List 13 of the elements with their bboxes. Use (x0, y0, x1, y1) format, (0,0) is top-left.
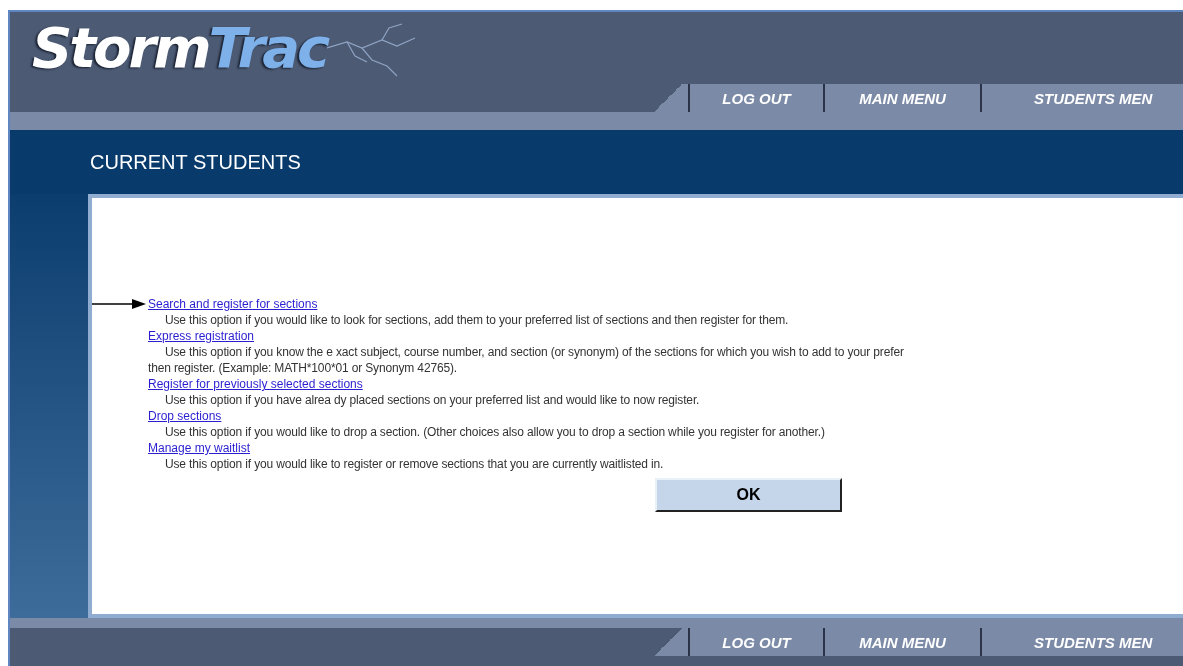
option-description: Use this option if you would like to look for sections, add them to your preferred list of sections and then register for them. (164, 312, 790, 328)
option-description: Use this option if you know the e xact subject, course number, and section (or synonym) of the sections for which you wish to add to your prefer then register. (Example: MATH*100*01 or Synonym 42765). (148, 344, 905, 376)
option-link[interactable]: Express registration (148, 328, 255, 344)
option-description: Use this option if you would like to register or remove sections that you are currently waitlisted in. (164, 456, 665, 472)
option-link[interactable]: Search and register for sections (148, 296, 318, 312)
option-link[interactable]: Drop sections (148, 408, 222, 424)
option-description: Use this option if you would like to drop a section. (Other choices also allow you to drop a section while you register for another.) (164, 424, 826, 440)
page-title: CURRENT STUDENTS (90, 150, 301, 174)
option-link[interactable]: Register for previously selected sections (148, 376, 363, 392)
ok-button[interactable]: OK (655, 478, 842, 512)
option-link[interactable]: Manage my waitlist (148, 440, 251, 456)
logo: StormTrac (32, 16, 328, 80)
option-description: Use this option if you have alrea dy placed sections on your preferred list and would like to now register. (164, 392, 701, 408)
